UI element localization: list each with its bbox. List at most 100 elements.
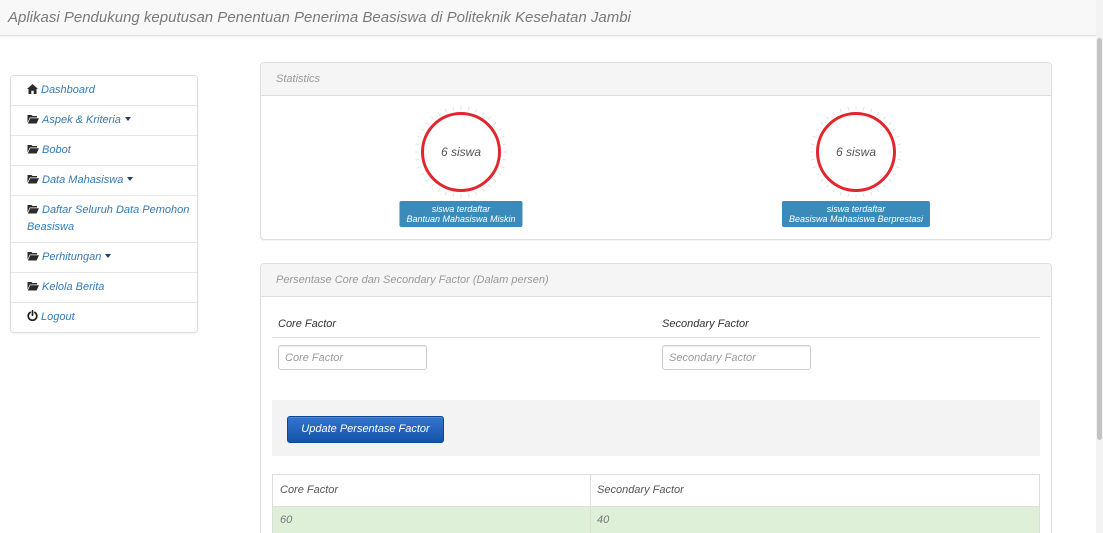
caret-down-icon <box>127 177 134 181</box>
gauge-label-line1: siswa terdaftar <box>826 204 886 214</box>
sidebar-item-data-mahasiswa[interactable]: Data Mahasiswa <box>11 166 197 196</box>
sidebar-item-logout[interactable]: Logout <box>11 303 197 332</box>
gauge-tick <box>425 122 429 126</box>
folder-open-icon <box>27 252 39 261</box>
gauge-tick <box>812 135 817 138</box>
power-icon <box>27 310 38 321</box>
form-actions: Update Persentase Factor <box>272 400 1040 456</box>
sidebar-item-label: Perhitungan <box>42 251 102 263</box>
gauge-tick <box>437 188 441 193</box>
secondary-factor-label: Secondary Factor <box>662 318 749 330</box>
gauge-tick <box>467 193 470 198</box>
gauge-tick <box>826 116 830 120</box>
sidebar-item-label: Kelola Berita <box>42 281 105 293</box>
gauge-tick <box>888 122 892 126</box>
gauge-label-line2: Bantuan Mahasiswa Miskin <box>406 214 516 224</box>
factor-form-header: Core Factor Secondary Factor <box>272 312 1040 338</box>
caret-down-icon <box>124 117 131 121</box>
sidebar-item-label: Aspek & Kriteria <box>42 114 121 126</box>
sidebar-item-kelola-berita[interactable]: Kelola Berita <box>11 273 197 303</box>
sidebar-item-perhitungan[interactable]: Perhitungan <box>11 243 197 273</box>
secondary-factor-input[interactable] <box>662 345 811 370</box>
factor-panel: Persentase Core dan Secondary Factor (Da… <box>260 263 1052 533</box>
gauge-tick <box>417 135 422 138</box>
top-navbar: Aplikasi Pendukung keputusan Penentuan P… <box>0 0 1096 36</box>
table-row: 60 40 <box>273 507 1039 533</box>
gauge-tick <box>870 191 873 196</box>
gauge-tick <box>847 106 850 111</box>
folder-open-icon <box>27 282 39 291</box>
gauge-tick <box>876 188 880 193</box>
sidebar-item-label: Dashboard <box>41 84 95 96</box>
folder-open-icon <box>27 115 39 124</box>
sidebar-item-label: Daftar Seluruh Data Pemohon Beasiswa <box>27 204 190 233</box>
app-title[interactable]: Aplikasi Pendukung keputusan Penentuan P… <box>8 9 631 27</box>
gauge-tick <box>815 128 820 132</box>
table-header-core: Core Factor <box>273 475 591 506</box>
scrollbar-thumb[interactable] <box>1097 38 1102 440</box>
sidebar-item-dashboard[interactable]: Dashboard <box>11 76 197 106</box>
factor-table: Core Factor Secondary Factor 60 40 <box>272 474 1040 533</box>
sidebar-item-bobot[interactable]: Bobot <box>11 136 197 166</box>
table-cell-secondary: 40 <box>597 514 610 526</box>
gauge-tick <box>839 108 842 113</box>
gauge-tick <box>820 178 824 182</box>
gauge-label: siswa terdaftar Bantuan Mahasiswa Miskin <box>399 201 523 227</box>
sidebar-item-aspek-kriteria[interactable]: Aspek & Kriteria <box>11 106 197 136</box>
gauge-label-line2: Beasiswa Mahasiswa Berprestasi <box>788 214 924 224</box>
gauge-tick <box>425 178 429 182</box>
gauge-tick <box>832 111 836 116</box>
gauge-tick <box>832 188 836 193</box>
gauge-tick <box>839 191 842 196</box>
folder-open-icon <box>27 145 39 154</box>
gauge-tick <box>847 193 850 198</box>
gauge-tick <box>487 184 491 188</box>
gauge-tick <box>444 108 447 113</box>
core-factor-input[interactable] <box>278 345 427 370</box>
home-icon <box>27 84 38 94</box>
gauge-tick <box>895 135 900 138</box>
update-factor-button[interactable]: Update Persentase Factor <box>287 416 444 443</box>
factor-panel-title: Persentase Core dan Secondary Factor (Da… <box>261 264 1051 297</box>
gauge-tick <box>892 172 897 176</box>
gauge-tick <box>826 184 830 188</box>
gauge-tick <box>417 166 422 169</box>
gauge-tick <box>452 193 455 198</box>
gauge-tick <box>475 108 478 113</box>
gauge-tick <box>888 178 892 182</box>
caret-down-icon <box>105 254 112 258</box>
gauge-tick <box>493 122 497 126</box>
gauge-label-line1: siswa terdaftar <box>431 204 491 214</box>
gauge-label: siswa terdaftar Beasiswa Mahasiswa Berpr… <box>781 201 931 227</box>
gauge-tick <box>500 166 505 169</box>
gauge-value: 6 siswa <box>440 145 481 159</box>
gauge-tick <box>431 184 435 188</box>
gauge-tick <box>493 178 497 182</box>
gauge-tick <box>870 108 873 113</box>
sidebar-item-daftar-pemohon[interactable]: Daftar Seluruh Data Pemohon Beasiswa <box>11 196 197 243</box>
gauge-tick <box>876 111 880 116</box>
table-cell-core: 60 <box>273 507 591 533</box>
gauge-tick <box>420 128 425 132</box>
gauge-tick <box>475 191 478 196</box>
gauge-tick <box>500 135 505 138</box>
gauge-tick <box>497 128 502 132</box>
gauge-tick <box>444 191 447 196</box>
gauge-tick <box>481 188 485 193</box>
gauge-tick <box>420 172 425 176</box>
gauge-tick <box>862 193 865 198</box>
gauge-value: 6 siswa <box>835 145 876 159</box>
folder-open-icon <box>27 205 39 214</box>
gauge-tick <box>892 128 897 132</box>
gauge-tick <box>497 172 502 176</box>
core-factor-label: Core Factor <box>278 318 337 330</box>
gauge-tick <box>882 184 886 188</box>
gauge-tick <box>820 122 824 126</box>
folder-open-icon <box>27 175 39 184</box>
sidebar-nav: Dashboard Aspek & Kriteria Bobot Data Ma… <box>10 75 198 333</box>
sidebar-item-label: Data Mahasiswa <box>42 174 124 186</box>
gauge-tick <box>452 106 455 111</box>
gauge-tick <box>431 116 435 120</box>
gauge-tick <box>467 106 470 111</box>
sidebar-item-label: Bobot <box>42 144 71 156</box>
